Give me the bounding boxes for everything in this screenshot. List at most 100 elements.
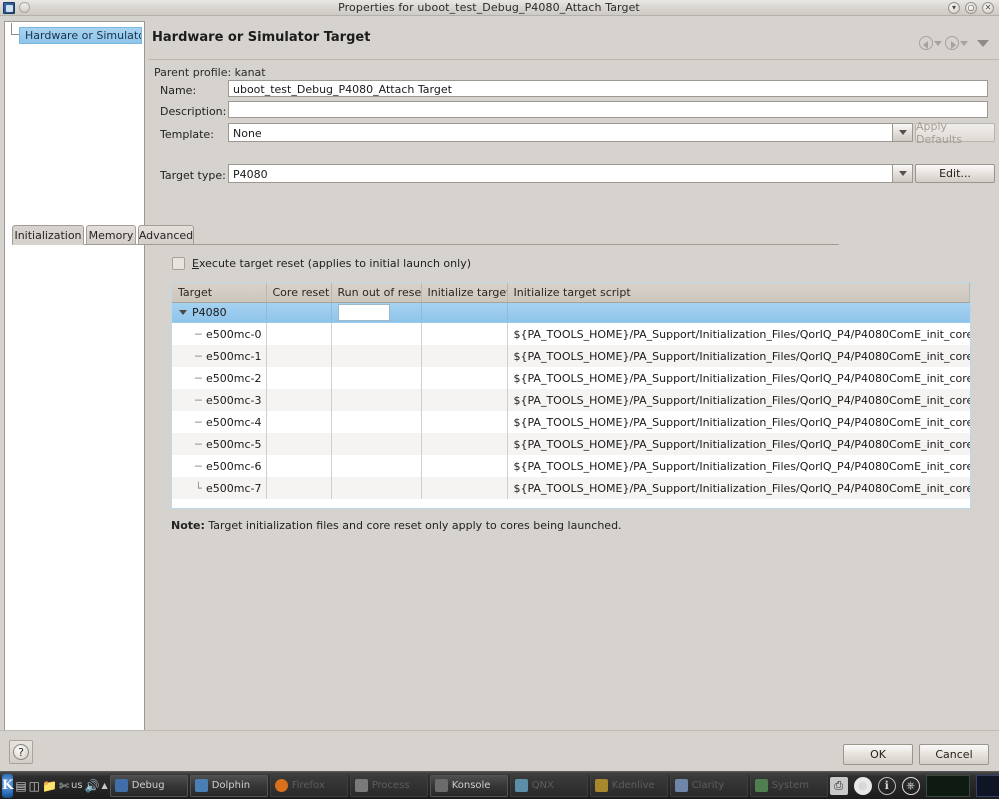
tab-memory[interactable]: Memory [86,225,136,245]
cell-core-reset[interactable] [266,411,332,433]
back-chevron-down-icon[interactable] [934,40,942,46]
folder-icon[interactable]: 📁 [42,775,57,797]
cell-run-out-of-reset[interactable] [331,367,422,389]
cell-target[interactable]: └ e500mc-7 [172,477,267,499]
column-header-initialize-target-script[interactable]: Initialize target script [507,283,970,303]
cell-core-reset[interactable] [266,302,332,323]
cell-core-reset[interactable] [266,455,332,477]
cell-core-reset[interactable] [266,345,332,367]
description-input[interactable] [228,101,988,118]
cell-initialize-target-script[interactable]: ${PA_TOOLS_HOME}/PA_Support/Initializati… [507,367,970,389]
printer-icon[interactable]: ⎙ [829,776,848,795]
cell-run-out-of-reset[interactable] [331,477,422,499]
cell-initialize-target-script[interactable]: ${PA_TOOLS_HOME}/PA_Support/Initializati… [507,411,970,433]
cell-target[interactable]: ─ e500mc-1 [172,345,267,367]
cell-initialize-target[interactable] [421,477,508,499]
window-menu-button[interactable] [19,2,30,13]
template-dropdown-button[interactable] [893,123,913,142]
column-header-initialize-target[interactable]: Initialize target [421,283,508,303]
cell-target[interactable]: ─ e500mc-4 [172,411,267,433]
cell-core-reset[interactable] [266,323,332,345]
cell-run-out-of-reset[interactable] [331,455,422,477]
cell-target[interactable]: ─ e500mc-2 [172,367,267,389]
cell-initialize-target[interactable] [421,323,508,345]
maximize-button[interactable]: ○ [965,1,977,14]
apply-defaults-button[interactable]: Apply Defaults [915,120,995,146]
target-initialization-table[interactable]: Target Core reset Run out of reset Initi… [171,282,971,509]
network-graph[interactable] [925,774,970,797]
expand-tray-icon[interactable]: ▲ [102,775,108,797]
cell-initialize-target-script[interactable]: ${PA_TOOLS_HOME}/PA_Support/Initializati… [507,345,970,367]
cell-initialize-target[interactable] [421,433,508,455]
table-row[interactable]: └ e500mc-7 ${PA_TOOLS_HOME}/PA_Support/In… [172,477,970,499]
cell-core-reset[interactable] [266,389,332,411]
cell-target[interactable]: ─ e500mc-0 [172,323,267,345]
task-button-qnx[interactable]: QNX [509,774,588,797]
cell-core-reset[interactable] [266,367,332,389]
cell-initialize-target-script[interactable]: ${PA_TOOLS_HOME}/PA_Support/Initializati… [507,455,970,477]
column-header-core-reset[interactable]: Core reset [266,283,332,303]
task-button-firefox[interactable]: Firefox [269,774,348,797]
scissors-icon[interactable]: ✄ [59,775,69,797]
column-header-run-out-of-reset[interactable]: Run out of reset [331,283,422,303]
forward-nav-group[interactable] [945,36,968,50]
display-icon[interactable]: ◫ [29,775,40,797]
task-button-dolphin[interactable]: Dolphin [189,774,268,797]
task-button-system[interactable]: System [749,774,828,797]
cell-initialize-target-script[interactable]: ${PA_TOOLS_HOME}/PA_Support/Initializati… [507,433,970,455]
close-button[interactable]: ✕ [982,1,994,14]
cell-initialize-target[interactable] [421,411,508,433]
help-button[interactable]: ? [9,740,33,764]
run-out-of-reset-editor[interactable] [337,304,390,322]
table-row[interactable]: ─ e500mc-4 ${PA_TOOLS_HOME}/PA_Support/In… [172,411,970,433]
application-launcher-button[interactable]: K [2,773,14,798]
cell-run-out-of-reset[interactable] [331,302,422,323]
volume-icon[interactable]: 🔊 [85,775,100,797]
ok-button[interactable]: OK [843,744,913,765]
execute-target-reset-row[interactable]: Execute target reset (applies to initial… [172,257,471,270]
cell-run-out-of-reset[interactable] [331,323,422,345]
cell-initialize-target-script[interactable]: ${PA_TOOLS_HOME}/PA_Support/Initializati… [507,323,970,345]
cell-initialize-target[interactable] [421,302,508,323]
cell-initialize-target-script[interactable]: ${PA_TOOLS_HOME}/PA_Support/Initializati… [507,477,970,499]
sidebar-item-hardware-or-simulator-target[interactable]: Hardware or Simulator Targ [19,27,142,44]
table-row[interactable]: ─ e500mc-1 ${PA_TOOLS_HOME}/PA_Support/In… [172,345,970,367]
task-button-konsole[interactable]: Konsole [429,774,508,797]
show-desktop-icon[interactable]: ▤ [15,775,26,797]
usb-icon[interactable]: ⎈ [901,776,920,795]
table-row[interactable]: P4080 [172,302,970,323]
back-nav-group[interactable] [919,36,942,50]
edit-button[interactable]: Edit... [915,164,995,183]
table-row[interactable]: ─ e500mc-0 ${PA_TOOLS_HOME}/PA_Support/In… [172,323,970,345]
tab-advanced[interactable]: Advanced [138,225,194,245]
cell-target[interactable]: P4080 [172,302,267,323]
table-row[interactable]: ─ e500mc-6 ${PA_TOOLS_HOME}/PA_Support/In… [172,455,970,477]
cell-initialize-target[interactable] [421,389,508,411]
forward-arrow-icon[interactable] [945,36,959,50]
target-type-combobox[interactable]: P4080 [228,164,893,183]
minimize-button[interactable]: ▾ [948,1,960,14]
cell-run-out-of-reset[interactable] [331,345,422,367]
cell-run-out-of-reset[interactable] [331,389,422,411]
cell-initialize-target[interactable] [421,455,508,477]
keyboard-layout-indicator[interactable]: us [71,775,83,797]
cell-initialize-target-script[interactable] [507,302,970,323]
cell-run-out-of-reset[interactable] [331,411,422,433]
cancel-button[interactable]: Cancel [919,744,989,765]
info-icon[interactable]: ℹ [877,776,896,795]
clock-icon[interactable]: ● [853,776,872,795]
task-button-clarity[interactable]: Clarity [669,774,748,797]
forward-chevron-down-icon[interactable] [960,40,968,46]
tab-initialization[interactable]: Initialization [12,225,84,245]
cell-target[interactable]: ─ e500mc-5 [172,433,267,455]
name-input[interactable]: uboot_test_Debug_P4080_Attach Target [228,80,988,97]
cell-core-reset[interactable] [266,477,332,499]
template-combobox[interactable]: None [228,123,893,142]
chevron-down-icon[interactable] [179,310,187,316]
cell-initialize-target[interactable] [421,345,508,367]
back-arrow-icon[interactable] [919,36,933,50]
table-row[interactable]: ─ e500mc-2 ${PA_TOOLS_HOME}/PA_Support/In… [172,367,970,389]
cell-target[interactable]: ─ e500mc-6 [172,455,267,477]
cpu-graph[interactable] [975,774,999,797]
table-row[interactable]: ─ e500mc-5 ${PA_TOOLS_HOME}/PA_Support/In… [172,433,970,455]
